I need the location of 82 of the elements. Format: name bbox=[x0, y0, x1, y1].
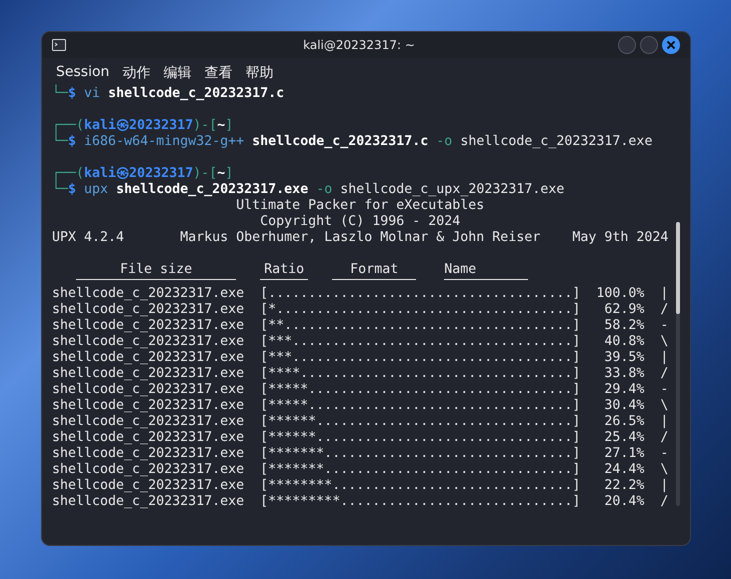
progress-text: [******................................] bbox=[260, 430, 580, 446]
file-name: shellcode_c_20232317.exe bbox=[52, 366, 244, 382]
progress-text: [**....................................] bbox=[260, 318, 580, 334]
progress-text: [*****.................................] bbox=[260, 382, 580, 398]
prompt-line: ┌──(kali㉿20232317)-[~] bbox=[52, 166, 234, 181]
progress-text: [*****.................................] bbox=[260, 398, 580, 414]
progress-text: [*.....................................] bbox=[260, 302, 580, 318]
ratio-text: 58.2% bbox=[603, 318, 644, 334]
banner-text: Copyright (C) 1996 - 2024 bbox=[260, 214, 460, 230]
ratio-text: 30.4% bbox=[603, 398, 644, 414]
ratio-text: 39.5% bbox=[603, 350, 644, 366]
ratio-text: 29.4% bbox=[603, 382, 644, 398]
window-title: kali@20232317: ~ bbox=[302, 38, 416, 52]
file-name: shellcode_c_20232317.exe bbox=[52, 446, 244, 462]
menu-item[interactable]: 查看 bbox=[204, 64, 232, 82]
spinner-text: / bbox=[660, 494, 668, 510]
ratio-text: 26.5% bbox=[603, 414, 644, 430]
ratio-text: 22.2% bbox=[603, 478, 644, 494]
file-name: shellcode_c_20232317.exe bbox=[52, 302, 244, 318]
progress-text: [*******...............................] bbox=[260, 446, 580, 462]
command-line: └─$ i686-w64-mingw32-g++ shellcode_c_20232317.c -o shellcode_c_20232317.exe bbox=[52, 134, 652, 150]
spinner-text: - bbox=[660, 382, 668, 398]
progress-text: [*******...............................] bbox=[260, 462, 580, 478]
file-name: shellcode_c_20232317.exe bbox=[52, 318, 244, 334]
date-text: May 9th 2024 bbox=[572, 230, 668, 246]
progress-text: [******................................] bbox=[260, 414, 580, 430]
spinner-text: - bbox=[660, 318, 668, 334]
terminal-icon bbox=[52, 39, 66, 51]
file-name: shellcode_c_20232317.exe bbox=[52, 334, 244, 350]
ratio-text: 62.9% bbox=[603, 302, 644, 318]
ratio-text: 25.4% bbox=[603, 430, 644, 446]
command-line: └─$ vi shellcode_c_20232317.c bbox=[52, 86, 284, 102]
column-header: Format bbox=[332, 262, 416, 280]
progress-text: [********..............................] bbox=[260, 478, 580, 494]
ratio-text: 24.4% bbox=[603, 462, 644, 478]
spinner-text: \ bbox=[660, 462, 668, 478]
file-name: shellcode_c_20232317.exe bbox=[52, 398, 244, 414]
column-header: File size bbox=[76, 262, 236, 280]
file-name: shellcode_c_20232317.exe bbox=[52, 478, 244, 494]
banner-text: Ultimate Packer for eXecutables bbox=[236, 198, 484, 214]
authors-text: Markus Oberhumer, Laszlo Molnar & John Reiser bbox=[180, 230, 540, 246]
spinner-text: | bbox=[660, 478, 668, 494]
ratio-text: 20.4% bbox=[603, 494, 644, 510]
minimize-button[interactable] bbox=[618, 36, 636, 54]
spinner-text: \ bbox=[660, 334, 668, 350]
progress-text: [****..................................] bbox=[260, 366, 580, 382]
column-header: Ratio bbox=[260, 262, 308, 280]
file-name: shellcode_c_20232317.exe bbox=[52, 494, 244, 510]
menu-item[interactable]: 编辑 bbox=[163, 64, 192, 82]
progress-text: [***...................................] bbox=[260, 334, 580, 350]
scrollbar-thumb[interactable] bbox=[676, 222, 680, 314]
spinner-text: / bbox=[660, 366, 668, 382]
file-name: shellcode_c_20232317.exe bbox=[52, 414, 244, 430]
menu-item[interactable]: 帮助 bbox=[245, 64, 274, 82]
file-name: shellcode_c_20232317.exe bbox=[52, 350, 244, 366]
progress-text: [......................................] bbox=[260, 286, 580, 302]
menu-item[interactable]: 动作 bbox=[122, 64, 150, 82]
spinner-text: \ bbox=[660, 398, 668, 414]
close-icon bbox=[666, 40, 676, 50]
close-button[interactable] bbox=[662, 36, 680, 54]
ratio-text: 40.8% bbox=[603, 334, 644, 350]
command-line: └─$ upx shellcode_c_20232317.exe -o shellcode_c_upx_20232317.exe bbox=[52, 182, 564, 198]
prompt-line: ┌──(kali㉿20232317)-[~] bbox=[52, 118, 234, 133]
spinner-text: | bbox=[660, 350, 668, 366]
ratio-text: 33.8% bbox=[603, 366, 644, 382]
progress-text: [*********.............................] bbox=[260, 494, 580, 510]
spinner-text: / bbox=[660, 430, 668, 446]
spinner-text: / bbox=[660, 302, 668, 318]
file-name: shellcode_c_20232317.exe bbox=[52, 462, 244, 478]
column-header: Name bbox=[444, 262, 528, 280]
file-name: shellcode_c_20232317.exe bbox=[52, 382, 244, 398]
ratio-text: 27.1% bbox=[603, 446, 644, 462]
ratio-text: 100.0% bbox=[595, 286, 644, 302]
spinner-text: | bbox=[660, 286, 668, 302]
menu-item[interactable]: Session bbox=[56, 64, 110, 82]
spinner-text: | bbox=[660, 414, 668, 430]
file-name: shellcode_c_20232317.exe bbox=[52, 430, 244, 446]
progress-text: [***...................................] bbox=[260, 350, 580, 366]
spinner-text: - bbox=[660, 446, 668, 462]
file-name: shellcode_c_20232317.exe bbox=[52, 286, 244, 302]
version-text: UPX 4.2.4 bbox=[52, 230, 124, 246]
scrollbar[interactable] bbox=[676, 222, 680, 506]
